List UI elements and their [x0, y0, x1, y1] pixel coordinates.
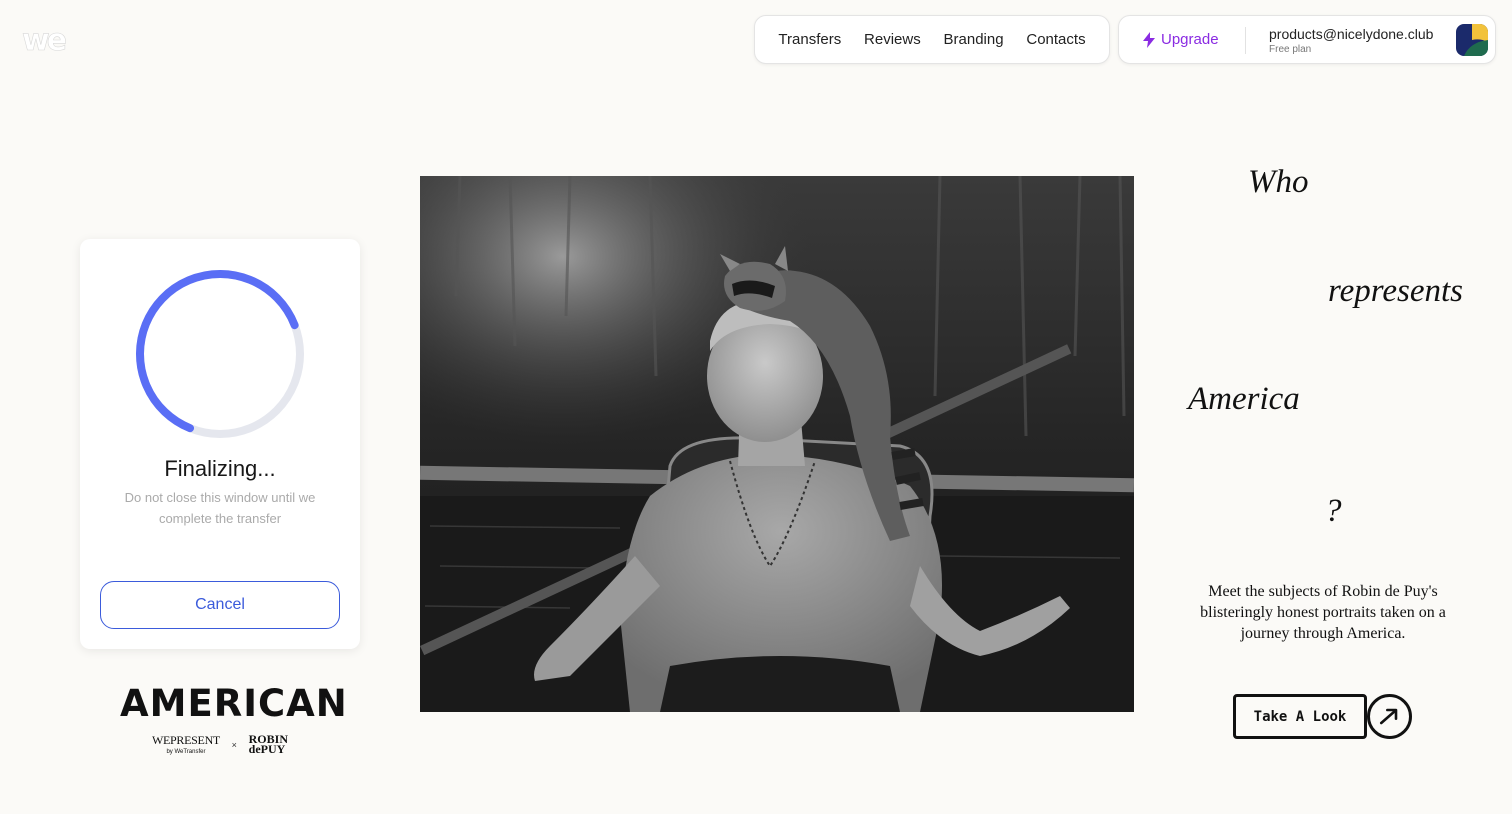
account-email[interactable]: products@nicelydone.club	[1269, 26, 1433, 42]
svg-text:we: we	[22, 26, 66, 54]
wepresent-small: by WeTransfer	[166, 749, 206, 755]
times-symbol: ×	[231, 740, 237, 750]
nav-item-reviews[interactable]: Reviews	[864, 31, 921, 48]
upgrade-label: Upgrade	[1161, 31, 1219, 48]
status-title: Finalizing...	[164, 456, 276, 481]
top-nav: Transfers Reviews Branding Contacts	[754, 15, 1110, 64]
brand-sub-lockup: WEPRESENT by WeTransfer × ROBIN dePUY	[152, 733, 288, 758]
arrow-up-right-icon[interactable]	[1367, 694, 1412, 739]
robin-depuy-logo: ROBIN dePUY	[248, 733, 288, 756]
wepresent-text: WEPRESENT	[152, 733, 220, 747]
promo-word-america: America	[1188, 381, 1300, 417]
avatar[interactable]	[1456, 24, 1488, 56]
promo-description: Meet the subjects of Robin de Puy's blis…	[1200, 583, 1446, 642]
nav-item-contacts[interactable]: Contacts	[1026, 31, 1085, 48]
nav-item-transfers[interactable]: Transfers	[778, 31, 841, 48]
progress-ring	[136, 270, 304, 438]
promo-word-question: ?	[1325, 493, 1342, 529]
lightning-icon	[1143, 31, 1155, 48]
divider	[1245, 27, 1246, 54]
upgrade-button[interactable]: Upgrade	[1143, 31, 1219, 48]
nav-item-branding[interactable]: Branding	[944, 31, 1004, 48]
status-hint: Do not close this window until we comple…	[124, 490, 316, 526]
portrait-photo	[420, 176, 1134, 712]
promo-word-who: Who	[1248, 164, 1309, 200]
account-plan: Free plan	[1269, 44, 1312, 55]
american-wordmark: AMERICAN	[120, 682, 348, 725]
wepresent-logo: WEPRESENT by WeTransfer	[152, 734, 220, 758]
transfer-card: Finalizing... Do not close this window u…	[80, 239, 360, 649]
take-a-look-button[interactable]: Take A Look	[1233, 694, 1367, 739]
depuy-text: dePUY	[248, 742, 286, 756]
cancel-button[interactable]: Cancel	[100, 581, 340, 629]
account-panel: Upgrade products@nicelydone.club Free pl…	[1118, 15, 1496, 64]
wetransfer-logo[interactable]: we	[22, 26, 68, 54]
promo-word-represents: represents	[1328, 273, 1464, 309]
